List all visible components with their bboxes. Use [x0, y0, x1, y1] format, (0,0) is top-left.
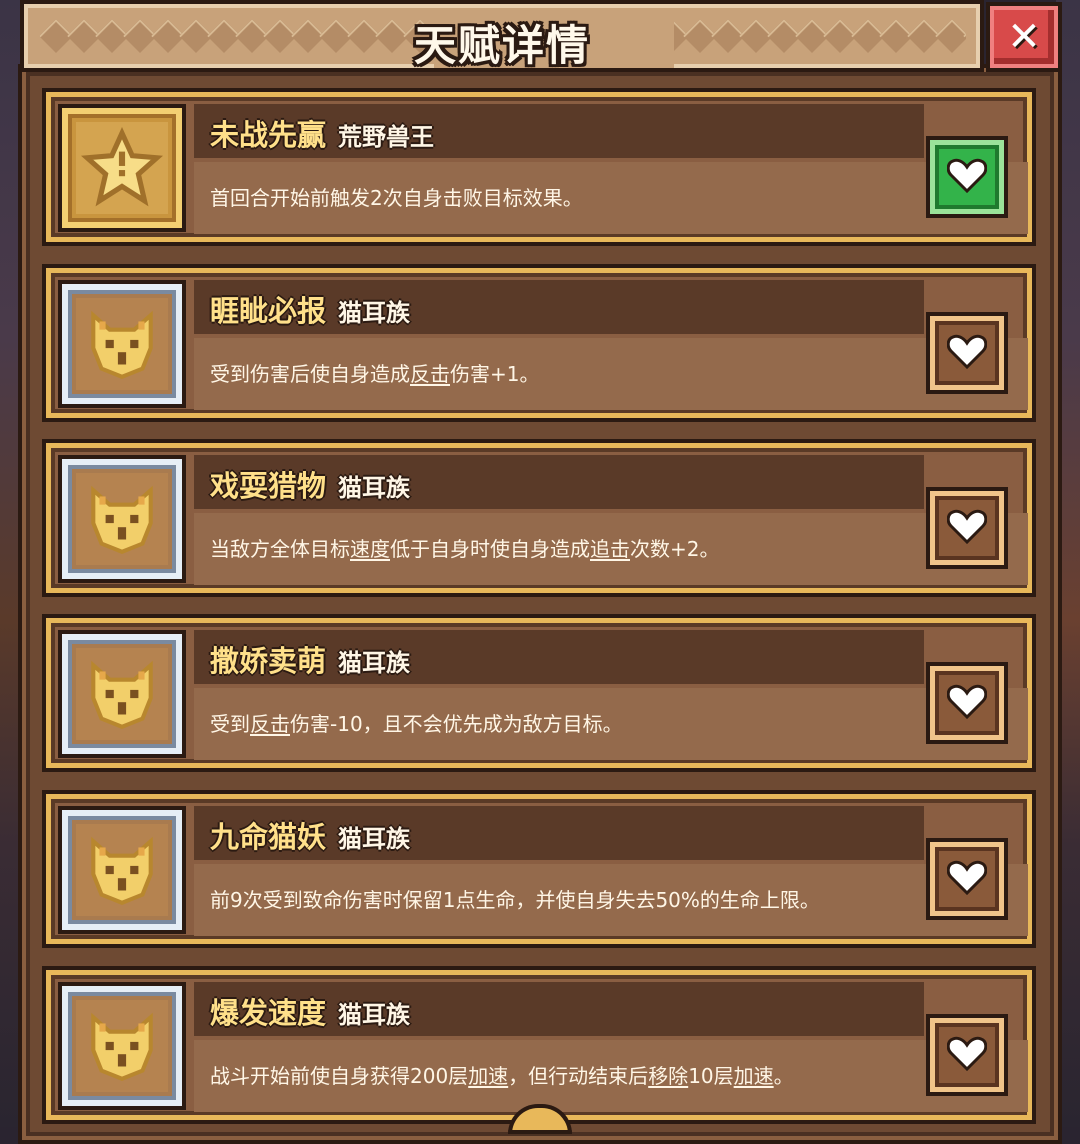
talent-source-tag: 猫耳族 — [338, 1001, 411, 1029]
description-text: ，但行动结束后 — [508, 1064, 649, 1088]
talent-card[interactable]: 未战先赢 荒野兽王首回合开始前触发2次自身击败目标效果。 — [42, 88, 1036, 246]
keyword-link[interactable]: 加速 — [468, 1064, 508, 1088]
favorite-button[interactable] — [926, 1014, 1008, 1096]
talent-card[interactable]: 九命猫妖 猫耳族前9次受到致命伤害时保留1点生命，并使自身失去50%的生命上限。 — [42, 790, 1036, 948]
cat-face-icon — [76, 824, 168, 916]
description-text: 战斗开始前使自身获得200层 — [210, 1064, 469, 1088]
description-text: 前9次受到致命伤害时保留1点生命，并使自身失去50%的生命上限。 — [210, 888, 820, 912]
talent-card[interactable]: 撒娇卖萌 猫耳族受到反击伤害-10，且不会优先成为敌方目标。 — [42, 614, 1036, 772]
description-text: 首回合开始前触发2次自身击败目标效果。 — [210, 186, 583, 210]
favorite-button[interactable] — [926, 662, 1008, 744]
keyword-link[interactable]: 移除 — [648, 1064, 688, 1088]
talent-name: 撒娇卖萌 — [210, 644, 327, 678]
description-text: 受到 — [210, 712, 250, 736]
talent-source-tag: 猫耳族 — [338, 825, 411, 853]
keyword-link[interactable]: 速度 — [350, 537, 390, 561]
description-text: 当敌方全体目标 — [210, 537, 350, 561]
description-text: 伤害+1。 — [450, 362, 540, 386]
talent-icon-frame — [58, 280, 186, 408]
talent-icon-frame — [58, 806, 186, 934]
talent-source-tag: 猫耳族 — [338, 649, 411, 677]
talent-name: 爆发速度 — [210, 996, 327, 1030]
talent-description: 前9次受到致命伤害时保留1点生命，并使自身失去50%的生命上限。 — [210, 884, 930, 913]
talent-name: 戏耍猎物 — [210, 469, 327, 503]
talent-source-tag: 猫耳族 — [338, 474, 411, 502]
description-text: 10层 — [688, 1064, 734, 1088]
favorite-button[interactable] — [926, 312, 1008, 394]
keyword-link[interactable]: 追击 — [590, 537, 630, 561]
title-banner: 天赋详情 — [20, 0, 984, 72]
favorite-button[interactable] — [926, 838, 1008, 920]
keyword-link[interactable]: 加速 — [734, 1064, 774, 1088]
cat-face-icon — [76, 473, 168, 565]
talent-icon-frame — [58, 455, 186, 583]
description-text: 。 — [773, 1064, 794, 1088]
description-text: 受到伤害后使自身造成 — [210, 362, 410, 386]
talent-source-tag: 荒野兽王 — [338, 123, 435, 151]
talent-description: 首回合开始前触发2次自身击败目标效果。 — [210, 182, 930, 211]
talent-description: 当敌方全体目标速度低于自身时使自身造成追击次数+2。 — [210, 533, 930, 562]
favorite-button[interactable] — [926, 487, 1008, 569]
talent-icon-frame — [58, 982, 186, 1110]
talent-description: 战斗开始前使自身获得200层加速，但行动结束后移除10层加速。 — [210, 1060, 930, 1089]
description-text: 次数+2。 — [630, 537, 720, 561]
talent-icon-frame — [58, 630, 186, 758]
keyword-link[interactable]: 反击 — [410, 362, 450, 386]
talent-card[interactable]: 戏耍猎物 猫耳族当敌方全体目标速度低于自身时使自身造成追击次数+2。 — [42, 439, 1036, 597]
heart-icon — [946, 157, 988, 197]
heart-icon — [946, 508, 988, 548]
star-icon — [76, 122, 168, 214]
description-text: 低于自身时使自身造成 — [390, 537, 590, 561]
talent-name: 未战先赢 — [210, 118, 327, 152]
close-icon: ✕ — [1007, 14, 1041, 60]
talent-card[interactable]: 爆发速度 猫耳族 战斗开始前使自身获得200层加速，但行动结束后移除10层加速。 — [42, 966, 1036, 1124]
talent-name: 九命猫妖 — [210, 820, 327, 854]
cat-face-icon — [76, 648, 168, 740]
talent-icon-frame — [58, 104, 186, 232]
heart-icon — [946, 1035, 988, 1075]
page-title: 天赋详情 — [413, 21, 590, 70]
heart-icon — [946, 333, 988, 373]
heart-icon — [946, 859, 988, 899]
cat-face-icon — [76, 298, 168, 390]
talent-description: 受到伤害后使自身造成反击伤害+1。 — [210, 358, 930, 387]
talent-card[interactable]: 睚眦必报 猫耳族受到伤害后使自身造成反击伤害+1。 — [42, 264, 1036, 422]
talent-source-tag: 猫耳族 — [338, 299, 411, 327]
cat-face-icon — [76, 1000, 168, 1092]
close-button[interactable]: ✕ — [986, 2, 1062, 72]
favorite-button[interactable] — [926, 136, 1008, 218]
description-text: 伤害-10，且不会优先成为敌方目标。 — [290, 712, 623, 736]
talent-description: 受到反击伤害-10，且不会优先成为敌方目标。 — [210, 708, 930, 737]
heart-icon — [946, 683, 988, 723]
talent-name: 睚眦必报 — [210, 294, 327, 328]
keyword-link[interactable]: 反击 — [250, 712, 290, 736]
